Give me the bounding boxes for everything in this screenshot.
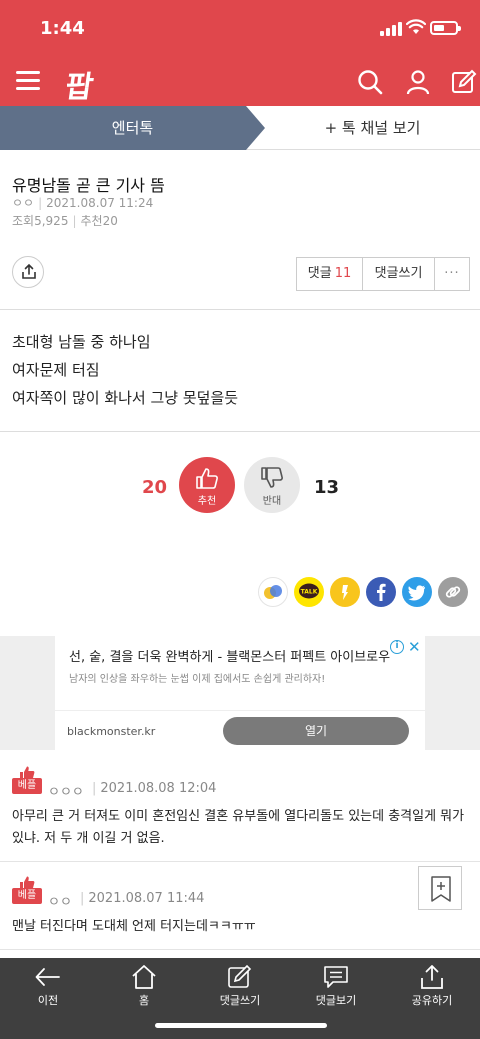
upvote-button[interactable]: 추천 xyxy=(179,457,235,513)
sns-share-row: TALK xyxy=(258,577,468,607)
comment-date: | 2021.08.07 11:44 xyxy=(80,891,205,906)
thumbs-up-icon xyxy=(196,468,218,489)
ad-banner: 선, 숱, 결을 더욱 완벽하게 - 블랙몬스터 퍼펙트 아이브로우 i ✕ 남… xyxy=(0,636,480,750)
ad-subtitle: 남자의 인상을 좌우하는 눈썹 이제 집에서도 손쉽게 관리하자! xyxy=(69,674,326,685)
ad-info-icon[interactable]: i xyxy=(390,640,404,654)
thumbs-down-icon xyxy=(261,467,283,488)
best-comment-badge: 베플 xyxy=(12,876,42,904)
more-options-button[interactable]: ··· xyxy=(435,258,469,290)
post-title: 유명남돌 곧 큰 기사 뜸 xyxy=(12,176,165,195)
post-body-line: 여자쪽이 많이 화나서 그냥 못덮을듯 xyxy=(12,389,239,407)
pencil-icon xyxy=(228,964,252,988)
tab-home[interactable]: 홈 xyxy=(96,958,192,1018)
post-author: ㅇㅇ xyxy=(12,196,35,210)
share-icon xyxy=(421,965,443,989)
ad-title[interactable]: 선, 숱, 결을 더욱 완벽하게 - 블랙몬스터 퍼펙트 아이브로우 xyxy=(69,646,399,665)
home-indicator[interactable] xyxy=(155,1023,327,1028)
facebook-icon[interactable] xyxy=(366,577,396,607)
comment-author: ㅇㅇ xyxy=(48,895,72,910)
post-header: 유명남돌 곧 큰 기사 뜸 ㅇㅇ | 2021.08.07 11:24 조회5,92… xyxy=(0,150,480,310)
current-channel-label: 엔터톡 xyxy=(111,119,154,137)
ad-footer: blackmonster.kr 열기 xyxy=(55,710,425,750)
tab-share[interactable]: 공유하기 xyxy=(384,958,480,1018)
search-icon[interactable] xyxy=(356,68,384,96)
post-body-line: 여자문제 터짐 xyxy=(12,361,100,379)
ad-domain: blackmonster.kr xyxy=(67,725,156,738)
ad-close-icon[interactable]: ✕ xyxy=(408,638,421,656)
tab-share-label: 공유하기 xyxy=(411,994,453,1007)
compose-icon[interactable] xyxy=(450,68,478,96)
recommend-count: 20 xyxy=(102,214,118,228)
best-comment-badge: 베플 xyxy=(12,766,42,794)
channel-bar: 엔터톡 + 톡 채널 보기 xyxy=(0,106,480,150)
ad-card[interactable]: 선, 숱, 결을 더욱 완벽하게 - 블랙몬스터 퍼펙트 아이브로우 i ✕ 남… xyxy=(55,636,425,750)
app-logo[interactable]: 팝 xyxy=(63,62,95,106)
bookmark-add-icon xyxy=(431,876,451,902)
menu-icon[interactable] xyxy=(16,70,40,90)
comment-text: 맨날 터진다며 도대체 언제 터지는데ㅋㅋㅠㅠ xyxy=(12,919,256,934)
tab-home-label: 홈 xyxy=(138,994,150,1007)
comment-author: ㅇㅇㅇ xyxy=(48,785,84,800)
app-header: 팝 xyxy=(0,58,480,106)
share-icon xyxy=(22,263,36,279)
post-action-buttons: 댓글 11 댓글쓰기 ··· xyxy=(296,257,470,291)
view-count: 5,925 xyxy=(34,214,69,228)
home-icon xyxy=(132,965,156,989)
share-button[interactable] xyxy=(12,256,44,288)
tab-back[interactable]: 이전 xyxy=(0,958,96,1018)
comments-button[interactable]: 댓글 11 xyxy=(297,258,363,290)
back-arrow-icon xyxy=(35,968,60,986)
battery-icon xyxy=(430,21,461,35)
comment-date: | 2021.08.08 12:04 xyxy=(92,781,217,796)
comment-count: 11 xyxy=(334,266,352,281)
vote-section: 20 추천 반대 13 xyxy=(0,455,480,515)
comment-text: 아무리 큰 거 터져도 이미 혼전임신 결혼 유부돌에 열다리돌도 있는데 충격… xyxy=(12,809,465,846)
tab-write-comment-label: 댓글쓰기 xyxy=(219,994,261,1007)
tab-view-comments[interactable]: 댓글보기 xyxy=(288,958,384,1018)
best-comment-label: 베플 xyxy=(12,778,42,794)
tab-back-label: 이전 xyxy=(37,994,59,1007)
downvote-count: 13 xyxy=(314,477,340,498)
post-author-line: ㅇㅇ | 2021.08.07 11:24 xyxy=(12,196,154,210)
kakaostory-icon[interactable] xyxy=(330,577,360,607)
comment-item: 베플 ㅇㅇ | 2021.08.07 11:44 맨날 터진다며 도대체 언제 터… xyxy=(0,862,480,950)
status-bar: 1:44 xyxy=(0,0,480,58)
downvote-label: 반대 xyxy=(262,496,282,507)
post-stats: 조회5,925 | 추천20 xyxy=(12,214,118,228)
cellular-signal-icon xyxy=(380,22,402,36)
write-comment-button[interactable]: 댓글쓰기 xyxy=(363,258,435,290)
post-body: 초대형 남돌 중 하나임 여자문제 터짐 여자쪽이 많이 화나서 그냥 못덮을듯 xyxy=(0,310,480,432)
bookmark-button[interactable] xyxy=(418,866,462,910)
current-channel-tab[interactable]: 엔터톡 xyxy=(0,106,265,150)
tab-view-comments-label: 댓글보기 xyxy=(315,994,357,1007)
link-icon[interactable] xyxy=(438,577,468,607)
best-comment-label: 베플 xyxy=(12,888,42,904)
upvote-count: 20 xyxy=(142,477,168,498)
wifi-icon xyxy=(406,19,426,34)
upvote-label: 추천 xyxy=(197,496,217,507)
user-icon[interactable] xyxy=(404,68,432,96)
twitter-icon[interactable] xyxy=(402,577,432,607)
more-channels-button[interactable]: + 톡 채널 보기 xyxy=(265,106,480,150)
post-date: 2021.08.07 11:24 xyxy=(46,196,154,210)
comment-item: 베플 ㅇㅇㅇ | 2021.08.08 12:04 아무리 큰 거 터져도 이미 … xyxy=(0,750,480,862)
kakaotalk-icon[interactable]: TALK xyxy=(294,577,324,607)
tab-write-comment[interactable]: 댓글쓰기 xyxy=(192,958,288,1018)
status-time: 1:44 xyxy=(40,18,85,39)
downvote-button[interactable]: 반대 xyxy=(244,457,300,513)
post-body-line: 초대형 남돌 중 하나임 xyxy=(12,333,151,351)
band-icon[interactable] xyxy=(258,577,288,607)
svg-text:TALK: TALK xyxy=(301,589,318,596)
speech-bubble-icon xyxy=(324,966,348,988)
ad-open-button[interactable]: 열기 xyxy=(223,717,409,745)
